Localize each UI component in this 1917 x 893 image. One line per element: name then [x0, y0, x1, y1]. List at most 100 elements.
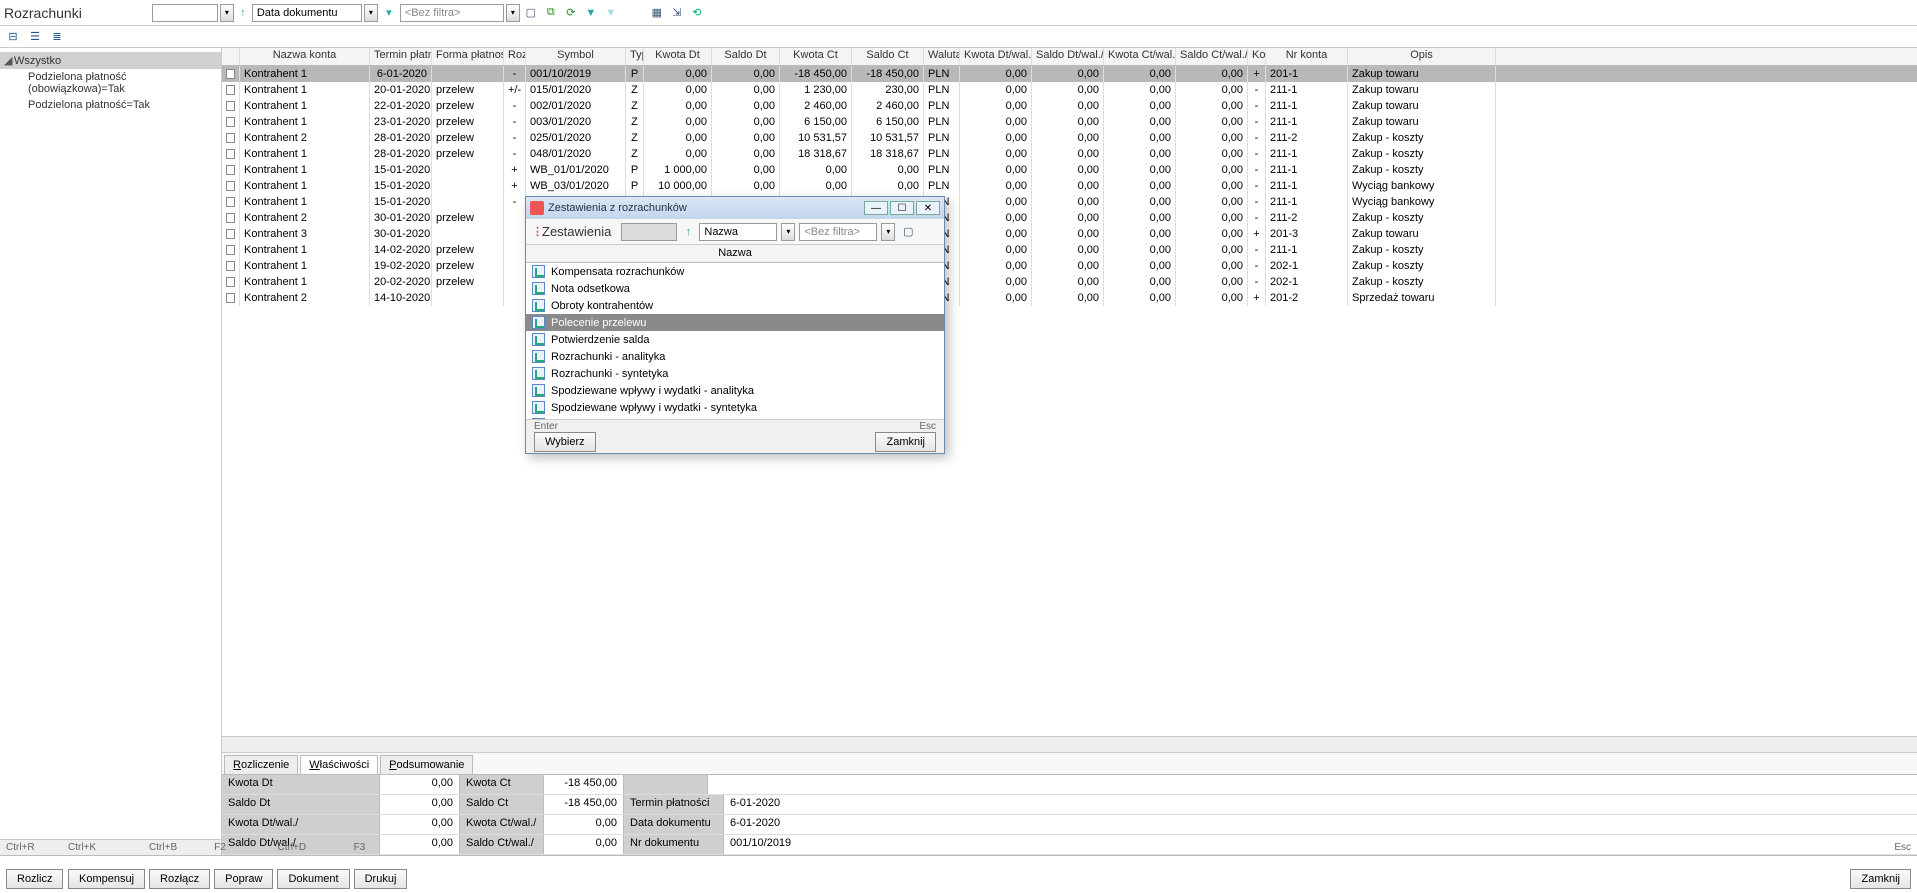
tab-rozliczenie[interactable]: Rozliczenie — [224, 755, 298, 774]
table-row[interactable]: Kontrahent 115-01-2020+WB_03/01/2020P10 … — [222, 178, 1917, 194]
table-row[interactable]: Kontrahent 119-02-2020przelewPLN0,000,00… — [222, 258, 1917, 274]
checkbox-icon[interactable] — [226, 229, 235, 239]
column-header[interactable]: Nr konta — [1266, 48, 1348, 65]
row-checkbox[interactable] — [222, 178, 240, 194]
checkbox-icon[interactable] — [226, 245, 235, 255]
list-item[interactable]: Rozrachunki - analityka — [526, 348, 944, 365]
drukuj-button[interactable]: Drukuj — [354, 869, 408, 889]
column-header[interactable]: Opis — [1348, 48, 1496, 65]
checkbox-icon[interactable] — [226, 213, 235, 223]
folder-icon[interactable]: ▢ — [522, 4, 540, 22]
checkbox-icon[interactable] — [226, 133, 235, 143]
minimize-icon[interactable]: — — [864, 201, 888, 215]
filter-select[interactable]: <Bez filtra> — [400, 4, 504, 22]
column-header[interactable]: Rozl — [504, 48, 526, 65]
sort-asc-icon[interactable]: ↑ — [681, 223, 695, 241]
funnel-icon[interactable]: ▼ — [582, 4, 600, 22]
row-checkbox[interactable] — [222, 210, 240, 226]
column-header[interactable]: Waluta — [924, 48, 960, 65]
rozlacz-button[interactable]: Rozłącz — [149, 869, 210, 889]
checkbox-icon[interactable] — [226, 197, 235, 207]
maximize-icon[interactable]: ☐ — [890, 201, 914, 215]
dialog-filter-select[interactable]: <Bez filtra> — [799, 223, 877, 241]
tree-collapse-icon[interactable]: ☰ — [26, 29, 44, 45]
row-checkbox[interactable] — [222, 130, 240, 146]
kompensuj-button[interactable]: Kompensuj — [68, 869, 145, 889]
tree-item[interactable]: Podzielona płatność (obowiązkowa)=Tak — [0, 69, 221, 97]
reload-icon[interactable]: ⟲ — [688, 4, 706, 22]
popraw-button[interactable]: Popraw — [214, 869, 273, 889]
table-row[interactable]: Kontrahent 228-01-2020przelew-025/01/202… — [222, 130, 1917, 146]
list-item[interactable]: Rozrachunki - syntetyka — [526, 365, 944, 382]
row-checkbox[interactable] — [222, 98, 240, 114]
column-header[interactable]: Forma płatności — [432, 48, 504, 65]
sort-asc-icon[interactable]: ↑ — [236, 4, 250, 22]
checkbox-icon[interactable] — [226, 85, 235, 95]
checkbox-icon[interactable] — [226, 101, 235, 111]
row-checkbox[interactable] — [222, 82, 240, 98]
table-row[interactable]: Kontrahent 120-01-2020przelew+/-015/01/2… — [222, 82, 1917, 98]
column-header[interactable]: Symbol — [526, 48, 626, 65]
row-checkbox[interactable] — [222, 162, 240, 178]
table-row[interactable]: Kontrahent 214-10-2020PLN0,000,000,000,0… — [222, 290, 1917, 306]
list-item[interactable]: Polecenie przelewu — [526, 314, 944, 331]
table-row[interactable]: Kontrahent 16-01-2020-001/10/2019P0,000,… — [222, 66, 1917, 82]
grid-header[interactable]: Nazwa kontaTermin płatnościForma płatnoś… — [222, 48, 1917, 66]
row-checkbox[interactable] — [222, 114, 240, 130]
close-icon[interactable]: ✕ — [916, 201, 940, 215]
dokument-button[interactable]: Dokument — [277, 869, 349, 889]
row-checkbox[interactable] — [222, 242, 240, 258]
dialog-sort-select[interactable]: Nazwa — [699, 223, 777, 241]
dialog-search-input[interactable] — [621, 223, 677, 241]
list-item[interactable]: Kompensata rozrachunków — [526, 263, 944, 280]
column-header[interactable] — [222, 48, 240, 65]
sort-field-dropdown-icon[interactable]: ▾ — [364, 4, 378, 22]
quick-filter-input[interactable] — [152, 4, 218, 22]
column-header[interactable]: Nazwa konta — [240, 48, 370, 65]
row-checkbox[interactable] — [222, 258, 240, 274]
table-row[interactable]: Kontrahent 120-02-2020przelewPLN0,000,00… — [222, 274, 1917, 290]
folder-icon[interactable]: ▢ — [899, 223, 917, 241]
row-checkbox[interactable] — [222, 194, 240, 210]
export-icon[interactable]: ⇲ — [668, 4, 686, 22]
checkbox-icon[interactable] — [226, 293, 235, 303]
filter-tree[interactable]: ◢Wszystko Podzielona płatność (obowiązko… — [0, 48, 221, 839]
column-header[interactable]: Kwota Ct/wal./ — [1104, 48, 1176, 65]
table-row[interactable]: Kontrahent 115-01-2020-WB_02/01/2020P5 0… — [222, 194, 1917, 210]
checkbox-icon[interactable] — [226, 69, 235, 79]
row-checkbox[interactable] — [222, 290, 240, 306]
grid-body[interactable]: Kontrahent 16-01-2020-001/10/2019P0,000,… — [222, 66, 1917, 736]
table-row[interactable]: Kontrahent 115-01-2020+WB_01/01/2020P1 0… — [222, 162, 1917, 178]
table-row[interactable]: Kontrahent 230-01-2020przelewPLN0,000,00… — [222, 210, 1917, 226]
tree-root[interactable]: ◢Wszystko — [0, 52, 221, 69]
list-item[interactable]: Nota odsetkowa — [526, 280, 944, 297]
dropdown-icon[interactable]: ▾ — [881, 223, 895, 241]
list-item[interactable]: Potwierdzenie salda — [526, 331, 944, 348]
row-checkbox[interactable] — [222, 274, 240, 290]
tab-wlasciwosci[interactable]: Właściwości — [300, 755, 378, 774]
filter-dropdown-icon[interactable]: ▾ — [506, 4, 520, 22]
table-row[interactable]: Kontrahent 330-01-2020PLN0,000,000,000,0… — [222, 226, 1917, 242]
table-row[interactable]: Kontrahent 122-01-2020przelew-002/01/202… — [222, 98, 1917, 114]
grid-hscroll[interactable] — [222, 736, 1917, 752]
tree-item[interactable]: Podzielona płatność=Tak — [0, 97, 221, 113]
zamknij-button[interactable]: Zamknij — [1850, 869, 1911, 889]
tree-expand-icon[interactable]: ⊟ — [4, 29, 22, 45]
column-header[interactable]: Termin płatności — [370, 48, 432, 65]
checkbox-icon[interactable] — [226, 165, 235, 175]
column-header[interactable]: Saldo Dt/wal./ — [1032, 48, 1104, 65]
grid-view-icon[interactable]: ▦ — [648, 4, 666, 22]
checkbox-icon[interactable] — [226, 277, 235, 287]
column-header[interactable]: Kor — [1248, 48, 1266, 65]
column-header[interactable]: Saldo Dt — [712, 48, 780, 65]
checkbox-icon[interactable] — [226, 181, 235, 191]
row-checkbox[interactable] — [222, 66, 240, 82]
table-row[interactable]: Kontrahent 123-01-2020przelew-003/01/202… — [222, 114, 1917, 130]
rozlicz-button[interactable]: Rozlicz — [6, 869, 63, 889]
dialog-list[interactable]: Kompensata rozrachunkówNota odsetkowaObr… — [526, 263, 944, 419]
table-row[interactable]: Kontrahent 114-02-2020przelewPLN0,000,00… — [222, 242, 1917, 258]
row-checkbox[interactable] — [222, 146, 240, 162]
row-checkbox[interactable] — [222, 226, 240, 242]
tree-settings-icon[interactable]: ≣ — [48, 29, 66, 45]
sort-field-select[interactable]: Data dokumentu — [252, 4, 362, 22]
